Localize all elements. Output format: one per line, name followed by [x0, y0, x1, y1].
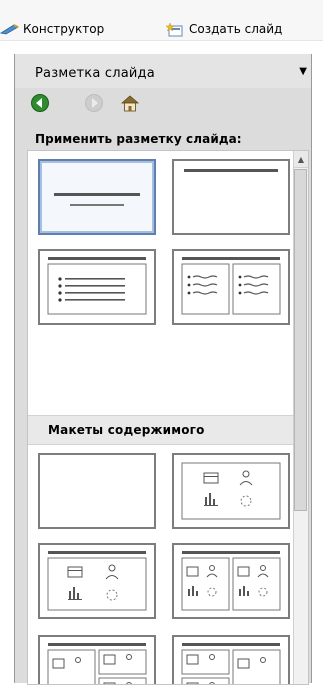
pane-navigation [15, 88, 311, 118]
home-icon [120, 93, 140, 113]
chevron-down-icon[interactable]: ▼ [299, 66, 307, 77]
layout-blank-preview [40, 455, 154, 527]
pane-title: Разметка слайда [35, 66, 155, 81]
layout-title-text-preview [40, 251, 154, 323]
layout-title-slide[interactable] [38, 159, 156, 235]
layout-title-content-preview [40, 545, 154, 617]
layout-title-content-over-content-preview [40, 637, 154, 685]
layout-title-content[interactable] [38, 543, 156, 619]
layout-title-two-content-preview [174, 545, 288, 617]
apply-layout-label: Применить разметку слайда: [35, 132, 242, 146]
layout-title-two-columns[interactable] [172, 249, 290, 325]
content-layouts-label: Макеты содержимого [48, 423, 205, 437]
layout-title-only-preview [174, 161, 288, 233]
layout-title-content-over-content[interactable] [38, 635, 156, 685]
new-slide-button[interactable]: Создать слайд [166, 20, 282, 38]
designer-icon [0, 23, 20, 35]
layout-title-text[interactable] [38, 249, 156, 325]
home-button[interactable] [119, 92, 141, 114]
layout-title-two-content[interactable] [172, 543, 290, 619]
layout-title-two-columns-preview [174, 251, 288, 323]
scrollbar-thumb[interactable] [294, 169, 307, 511]
forward-button[interactable] [83, 92, 105, 114]
layout-title-content-over-content-right-preview [174, 637, 288, 685]
new-slide-icon [166, 23, 186, 35]
layout-content[interactable] [172, 453, 290, 529]
design-button[interactable]: Конструктор [0, 20, 104, 38]
new-slide-label: Создать слайд [189, 22, 282, 36]
layout-content-preview [174, 455, 288, 527]
content-layouts-header: Макеты содержимого [28, 415, 294, 445]
layout-title-only[interactable] [172, 159, 290, 235]
back-arrow-icon [30, 93, 50, 113]
toolbar: Конструктор Создать слайд [0, 0, 323, 41]
gallery-scrollbar[interactable]: ▲ [293, 151, 308, 684]
slide-layout-pane: Разметка слайда ▼ Применить разметку сла… [14, 54, 312, 683]
scroll-up-icon[interactable]: ▲ [294, 151, 308, 168]
layout-title-slide-preview [40, 161, 154, 233]
forward-arrow-icon [84, 93, 104, 113]
layout-gallery: Макеты содержимого [27, 150, 309, 685]
layout-blank[interactable] [38, 453, 156, 529]
layout-title-content-over-content-right[interactable] [172, 635, 290, 685]
design-label: Конструктор [23, 22, 104, 36]
back-button[interactable] [29, 92, 51, 114]
pane-header: Разметка слайда ▼ [15, 54, 311, 89]
